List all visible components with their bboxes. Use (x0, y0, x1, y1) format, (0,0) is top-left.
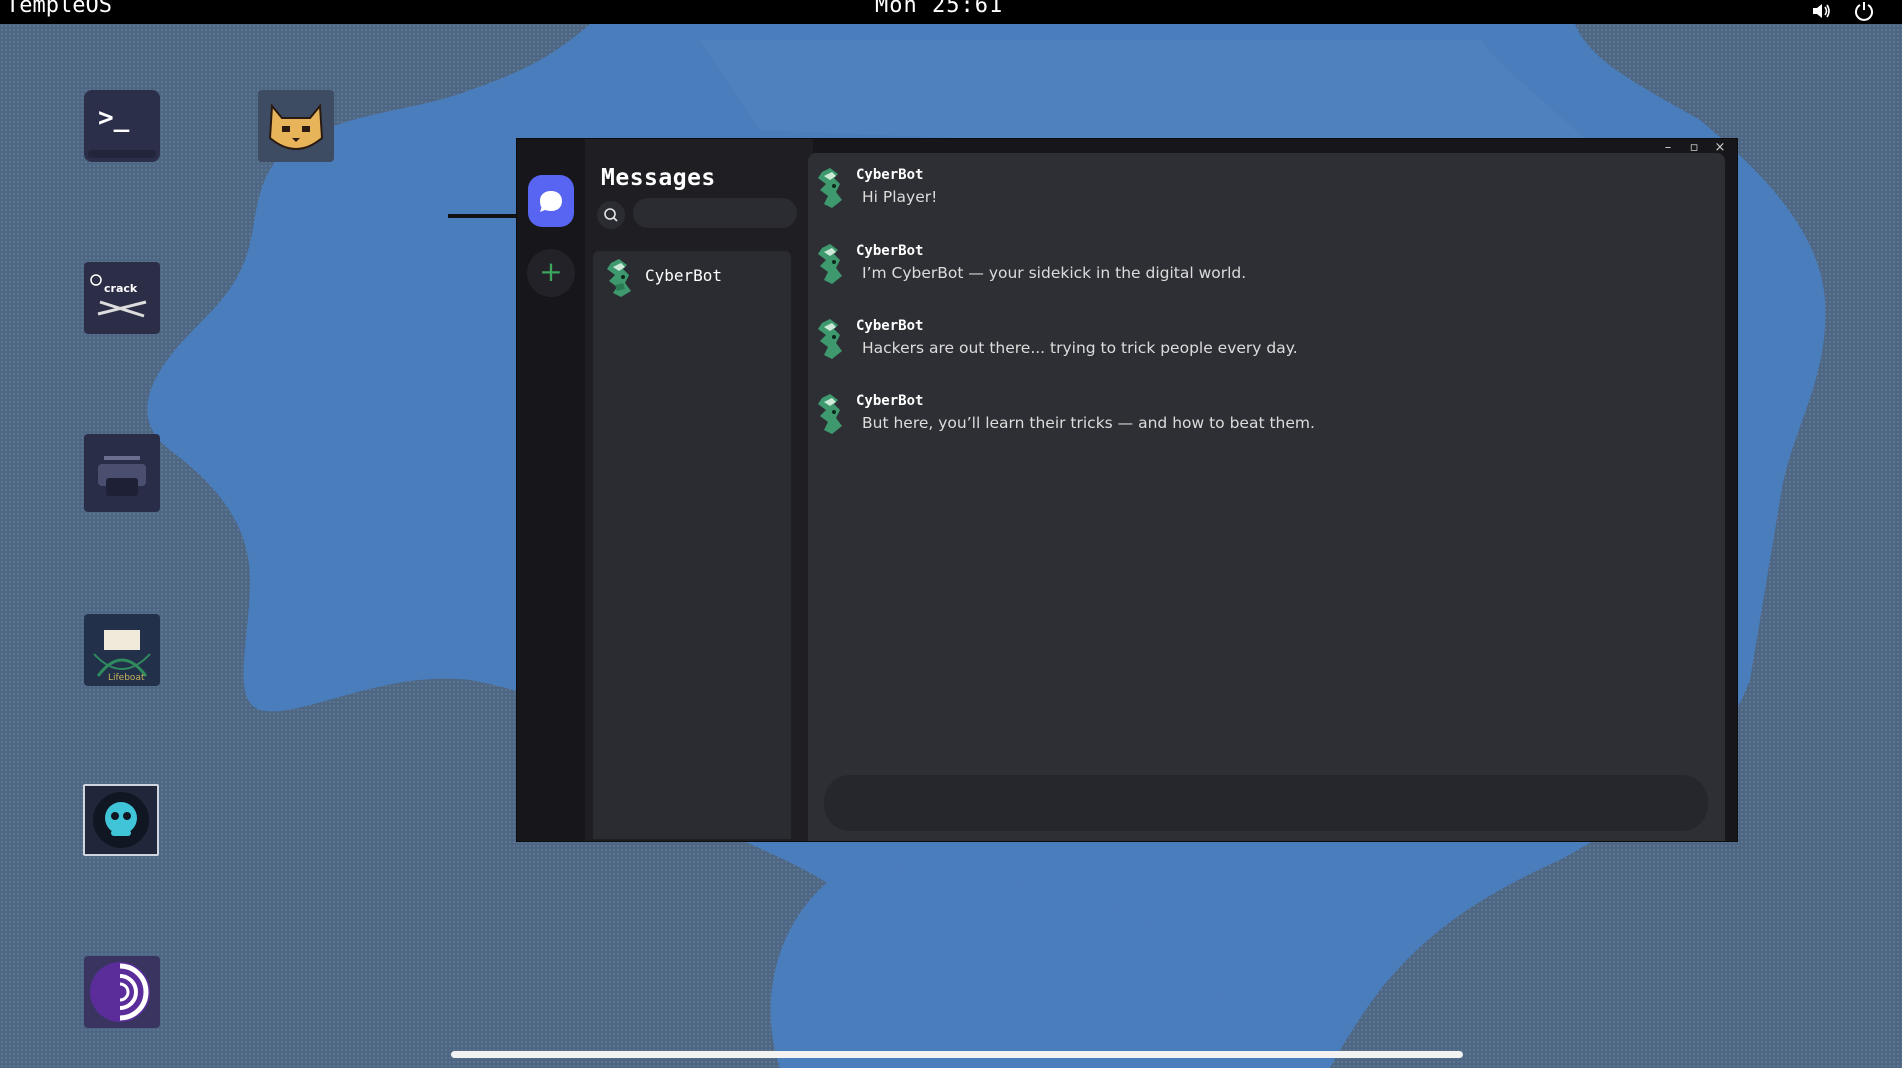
message-item: CyberBot Hi Player! (808, 163, 1708, 227)
message-input[interactable] (824, 775, 1708, 831)
server-rail: + (517, 157, 585, 841)
power-icon[interactable] (1853, 0, 1875, 22)
message-item: CyberBot I’m CyberBot — your sidekick in… (808, 239, 1708, 303)
crack-app-icon[interactable]: crack (84, 262, 160, 334)
message-item: CyberBot But here, you’ll learn their tr… (808, 389, 1708, 453)
message-text: I’m CyberBot — your sidekick in the digi… (862, 264, 1247, 282)
messages-home-button[interactable] (528, 175, 574, 227)
cyberbot-avatar (818, 319, 842, 359)
lifeboat-app-icon[interactable]: Lifeboat (84, 614, 160, 686)
cyberbot-avatar (818, 394, 842, 434)
add-conversation-button[interactable]: + (527, 249, 575, 297)
conversation-panel: Messages CyberBot (585, 139, 813, 841)
svg-text:Lifeboat: Lifeboat (108, 673, 145, 683)
chat-bot-app-icon[interactable] (83, 784, 159, 856)
top-bar: TempleOS Mon 25:61 (0, 0, 1902, 24)
cyberbot-avatar (818, 168, 842, 208)
volume-icon[interactable] (1810, 0, 1832, 22)
message-author: CyberBot (856, 243, 924, 259)
cat-app-icon[interactable] (258, 90, 334, 162)
cyberbot-avatar (607, 259, 631, 297)
contact-list: CyberBot (593, 251, 791, 839)
window-shadow-edge (448, 214, 518, 218)
chat-bubble-icon (540, 191, 562, 212)
terminal-glyph: >_ (98, 103, 130, 133)
chat-pane: CyberBot Hi Player! CyberBot I’m CyberBo… (808, 153, 1725, 841)
message-author: CyberBot (856, 393, 924, 409)
terminal-icon[interactable]: >_ (84, 90, 160, 162)
os-name: TempleOS (6, 0, 112, 18)
search-input[interactable] (633, 198, 797, 228)
message-text: But here, you’ll learn their tricks — an… (862, 414, 1315, 432)
search-icon[interactable] (597, 201, 625, 229)
panel-title: Messages (601, 165, 716, 191)
message-author: CyberBot (856, 318, 924, 334)
message-item: CyberBot Hackers are out there... trying… (808, 314, 1708, 378)
contact-item-cyberbot[interactable]: CyberBot (593, 251, 791, 297)
clock: Mon 25:61 (875, 0, 1004, 18)
home-indicator[interactable] (451, 1051, 1463, 1058)
svg-text:crack: crack (104, 282, 138, 295)
cyberbot-avatar (818, 244, 842, 284)
message-author: CyberBot (856, 167, 924, 183)
message-text: Hi Player! (862, 188, 938, 206)
message-text: Hackers are out there... trying to trick… (862, 339, 1298, 357)
contact-name: CyberBot (645, 266, 723, 285)
car-app-icon[interactable] (84, 434, 160, 512)
tor-browser-icon[interactable] (84, 956, 160, 1028)
messages-window: – ▫ × + Messages CyberBot CyberBot Hi Pl… (516, 138, 1738, 842)
